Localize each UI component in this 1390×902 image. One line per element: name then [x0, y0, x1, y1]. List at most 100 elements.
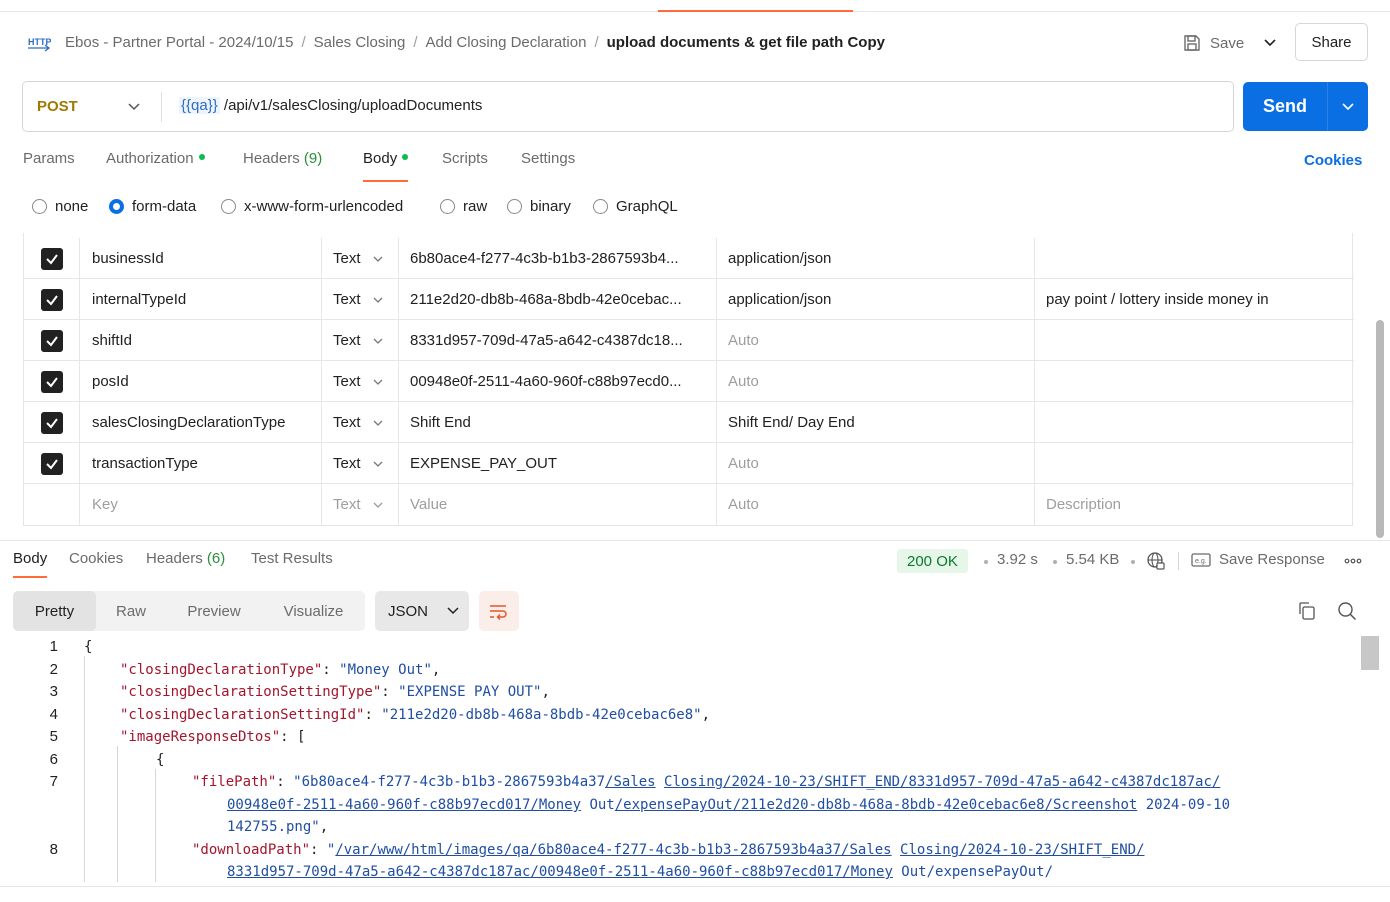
key-cell[interactable]: businessId [80, 238, 322, 279]
description-cell[interactable] [1035, 443, 1354, 484]
checkbox-icon [40, 370, 63, 393]
breadcrumb-collection[interactable]: Ebos - Partner Portal - 2024/10/15 [65, 34, 293, 51]
key-cell[interactable]: transactionType [80, 443, 322, 484]
type-select[interactable]: Text [322, 484, 399, 525]
key-cell[interactable]: shiftId [80, 320, 322, 361]
scrollbar[interactable] [1376, 320, 1384, 538]
row-checkbox[interactable] [24, 361, 80, 402]
row-checkbox[interactable] [24, 320, 80, 361]
share-button[interactable]: Share [1295, 23, 1368, 61]
row-checkbox[interactable] [24, 402, 80, 443]
row-checkbox-empty [24, 484, 80, 525]
response-json-view[interactable]: 1 2 3 4 5 6 7 8 { "closingDeclarationTyp… [0, 636, 1362, 882]
content-type-cell[interactable]: Auto [717, 320, 1035, 361]
search-icon[interactable] [1337, 601, 1357, 621]
view-raw[interactable]: Raw [96, 591, 166, 631]
body-type-form-data[interactable]: form-data [109, 198, 196, 215]
response-time[interactable]: 3.92 s [997, 551, 1038, 568]
body-type-raw[interactable]: raw [440, 198, 487, 215]
type-select[interactable]: Text [322, 361, 399, 402]
code-line: "closingDeclarationType": "Money Out", [120, 662, 441, 678]
value-cell[interactable]: EXPENSE_PAY_OUT [399, 443, 717, 484]
json-link[interactable]: /Sales [605, 774, 656, 790]
json-link[interactable]: 8331d957-709d-47a5-a642-c4387dc187ac/009… [227, 864, 893, 880]
tab-settings[interactable]: Settings [521, 150, 575, 182]
description-cell[interactable] [1035, 238, 1354, 279]
content-type-cell[interactable]: Shift End/ Day End [717, 402, 1035, 443]
chevron-down-icon[interactable] [1340, 99, 1356, 115]
description-cell[interactable] [1035, 320, 1354, 361]
request-name[interactable]: upload documents & get file path Copy [607, 34, 885, 51]
save-response-button[interactable]: e.g. Save Response [1191, 551, 1325, 568]
breadcrumb-folder[interactable]: Sales Closing [314, 34, 406, 51]
status-badge[interactable]: 200 OK [897, 549, 968, 573]
wrap-lines-button[interactable] [479, 591, 519, 631]
tab-body[interactable]: Body [363, 150, 409, 182]
content-type-cell[interactable]: Auto [717, 443, 1035, 484]
copy-icon[interactable] [1297, 601, 1317, 621]
content-type-cell[interactable]: application/json [717, 238, 1035, 279]
scrollbar[interactable] [1361, 636, 1379, 670]
json-link[interactable]: /expensePayOut/211e2d20-db8b-468a-8bdb-4… [615, 797, 1138, 813]
value-input[interactable]: Value [399, 484, 717, 525]
type-select[interactable]: Text [322, 402, 399, 443]
description-cell[interactable]: pay point / lottery inside money in [1035, 279, 1354, 320]
row-checkbox[interactable] [24, 238, 80, 279]
value-cell[interactable]: 211e2d20-db8b-468a-8bdb-42e0cebac... [399, 279, 717, 320]
description-input[interactable]: Description [1035, 484, 1354, 525]
key-cell[interactable]: internalTypeId [80, 279, 322, 320]
cookies-link[interactable]: Cookies [1304, 152, 1362, 169]
tab-response-headers[interactable]: Headers (6) [146, 550, 225, 578]
send-button[interactable]: Send [1243, 82, 1368, 131]
globe-icon[interactable] [1146, 551, 1166, 571]
tab-test-results[interactable]: Test Results [251, 550, 333, 578]
body-type-binary[interactable]: binary [507, 198, 571, 215]
chevron-down-icon[interactable] [127, 100, 141, 114]
view-visualize[interactable]: Visualize [262, 591, 365, 631]
content-type-cell[interactable]: Auto [717, 361, 1035, 402]
chevron-down-icon[interactable] [1260, 35, 1280, 51]
content-type-cell[interactable]: application/json [717, 279, 1035, 320]
value-cell[interactable]: Shift End [399, 402, 717, 443]
json-link[interactable]: Closing/2024-10-23/SHIFT_END/8331d957-70… [664, 774, 1220, 790]
json-link[interactable]: Closing [900, 842, 959, 858]
json-link[interactable]: /2024-10-23/SHIFT_END/ [959, 842, 1144, 858]
top-strip [0, 0, 1390, 12]
row-checkbox[interactable] [24, 279, 80, 320]
value-cell[interactable]: 00948e0f-2511-4a60-960f-c88b97ecd0... [399, 361, 717, 402]
tab-params[interactable]: Params [23, 150, 75, 182]
view-pretty[interactable]: Pretty [13, 591, 96, 631]
response-size[interactable]: 5.54 KB [1066, 551, 1119, 568]
view-preview[interactable]: Preview [166, 591, 262, 631]
tab-headers[interactable]: Headers (9) [243, 150, 322, 182]
url-input[interactable]: {{qa}} /api/v1/salesClosing/uploadDocume… [179, 97, 482, 114]
key-input[interactable]: Key [80, 484, 322, 525]
tab-response-cookies[interactable]: Cookies [69, 550, 123, 578]
breadcrumb-subfolder[interactable]: Add Closing Declaration [426, 34, 587, 51]
json-link[interactable]: 00948e0f-2511-4a60-960f-c88b97ecd017/Mon… [227, 797, 581, 813]
body-type-graphql[interactable]: GraphQL [593, 198, 678, 215]
description-cell[interactable] [1035, 402, 1354, 443]
value-cell[interactable]: 6b80ace4-f277-4c3b-b1b3-2867593b4... [399, 238, 717, 279]
json-link[interactable]: /var/www/html/images/qa/6b80ace4-f277-4c… [335, 842, 891, 858]
key-cell[interactable]: posId [80, 361, 322, 402]
type-select[interactable]: Text [322, 238, 399, 279]
format-select[interactable]: JSON [375, 591, 469, 631]
method-select[interactable]: POST [37, 98, 78, 115]
type-select[interactable]: Text [322, 279, 399, 320]
save-button[interactable]: Save [1182, 30, 1244, 56]
type-select[interactable]: Text [322, 320, 399, 361]
key-cell[interactable]: salesClosingDeclarationType [80, 402, 322, 443]
json-value: "EXPENSE PAY OUT" [398, 684, 542, 700]
body-type-none[interactable]: none [32, 198, 88, 215]
content-type-input[interactable]: Auto [717, 484, 1035, 525]
value-cell[interactable]: 8331d957-709d-47a5-a642-c4387dc18... [399, 320, 717, 361]
body-type-urlencoded[interactable]: x-www-form-urlencoded [221, 198, 403, 215]
tab-response-body[interactable]: Body [13, 550, 48, 578]
tab-authorization[interactable]: Authorization [106, 150, 205, 182]
more-icon[interactable] [1343, 554, 1363, 568]
type-select[interactable]: Text [322, 443, 399, 484]
description-cell[interactable] [1035, 361, 1354, 402]
tab-scripts[interactable]: Scripts [442, 150, 488, 182]
row-checkbox[interactable] [24, 443, 80, 484]
